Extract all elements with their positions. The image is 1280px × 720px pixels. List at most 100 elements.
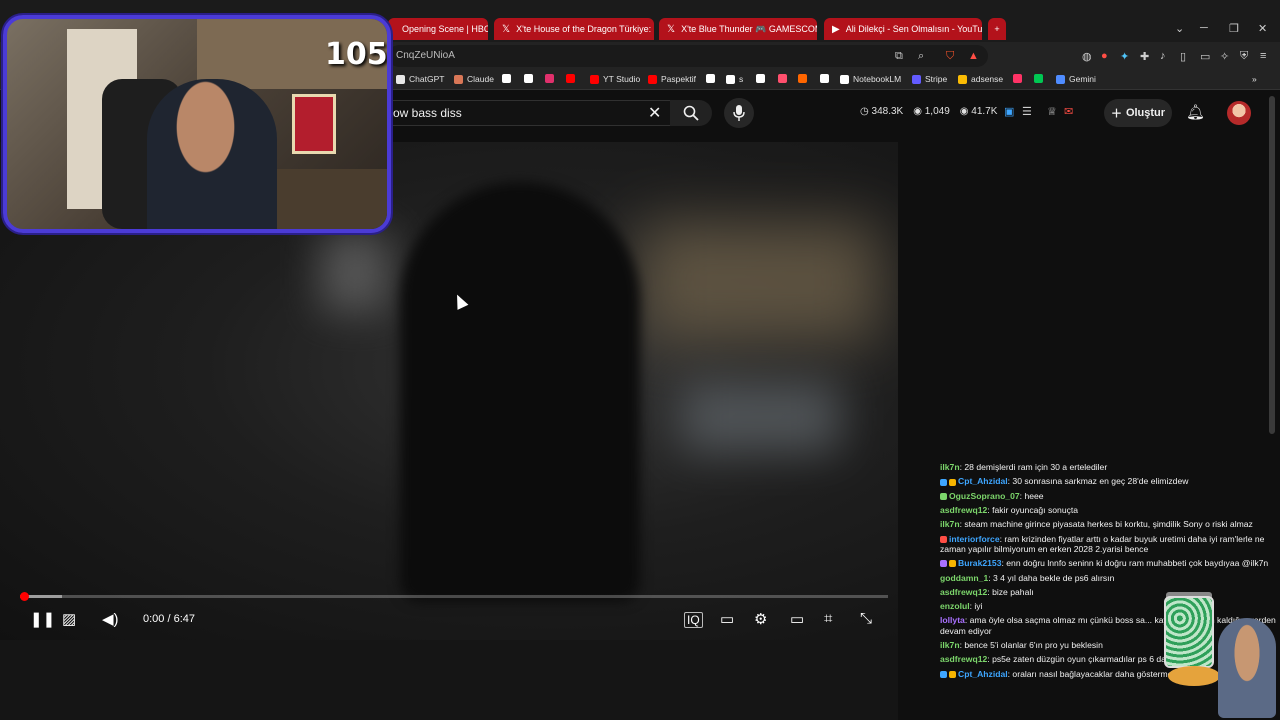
voice-search-button[interactable] [724, 98, 754, 128]
pause-icon[interactable]: ❚❚ [30, 610, 55, 628]
bookmark-item[interactable]: Claude [454, 74, 494, 84]
open-external-icon[interactable]: ⧉ [895, 50, 903, 63]
maximize-icon[interactable]: ❐ [1229, 22, 1239, 35]
bookmark-item[interactable]: Gemini [1056, 74, 1096, 84]
extension-icon[interactable]: ◍ [1082, 50, 1092, 63]
wallet-icon[interactable]: ▭ [1200, 50, 1210, 63]
tab-youtube[interactable]: ▶ Ali Dilekçi - Sen Olmalısın - YouTube [824, 18, 982, 40]
bookmark-favicon-icon [524, 74, 533, 83]
chat-username[interactable]: lollyta [940, 615, 965, 625]
close-window-icon[interactable]: ✕ [1258, 22, 1267, 35]
subscriber-count: ◷ 348.3K [860, 106, 904, 117]
chat-text: : steam machine girince piyasata herkes … [959, 519, 1253, 530]
chat-username[interactable]: ilk7n [940, 462, 960, 472]
bookmark-item[interactable] [545, 74, 558, 83]
chat-username[interactable]: ilk7n [940, 640, 960, 650]
plus-icon: ＋ [1110, 108, 1122, 120]
tab-blue-thunder[interactable]: 𝕏 X'te Blue Thunder 🎮 GAMESCOM: " [659, 18, 817, 40]
avatar[interactable] [1227, 101, 1251, 125]
chat-username[interactable]: asdfrewq12 [940, 505, 987, 515]
new-tab-button[interactable]: + [988, 18, 1006, 40]
extension-icon[interactable]: ● [1101, 50, 1108, 62]
bookmark-item[interactable] [502, 74, 515, 83]
chat-username[interactable]: interiorforce [949, 534, 1000, 544]
bookmark-item[interactable]: YT Studio [590, 74, 640, 84]
chat-username[interactable]: Cpt_Ahzidal [958, 476, 1008, 486]
scrollbar[interactable] [1269, 96, 1275, 434]
notification-ext-icon[interactable]: ✉ [1064, 105, 1073, 118]
tab-house-of-dragon[interactable]: 𝕏 X'te House of the Dragon Türkiye: "G [494, 18, 654, 40]
webcam-streamer [147, 79, 277, 229]
chat-username[interactable]: asdfrewq12 [940, 654, 987, 664]
bookmark-item[interactable] [524, 74, 537, 83]
video-frame-detail [680, 382, 840, 452]
bookmark-item[interactable] [566, 74, 579, 83]
volume-icon[interactable]: ◀︎) [102, 610, 119, 628]
chat-text: : bize pahalı [987, 586, 1034, 597]
music-icon[interactable]: ♪ [1160, 50, 1166, 62]
trophy-icon[interactable]: ♕ [1047, 105, 1057, 118]
chat-username[interactable]: ilk7n [940, 519, 960, 529]
scrubber-handle[interactable] [20, 592, 30, 601]
x-icon: 𝕏 [667, 23, 676, 35]
brave-rewards-icon[interactable]: ▲ [968, 50, 979, 62]
search-input[interactable]: ow bass diss [380, 100, 670, 126]
subtitles-icon[interactable]: ▭ [720, 610, 734, 628]
iq-icon[interactable]: IQ [684, 612, 703, 628]
miniplayer-image-icon[interactable]: ▨ [62, 610, 76, 628]
chat-message: ilk7n: steam machine girince piyasata he… [940, 519, 1280, 529]
tab-search-icon[interactable]: ⌄ [1175, 22, 1184, 35]
bookmark-item[interactable]: Paspektif [648, 74, 696, 84]
extension-icon[interactable]: ▣ [1004, 105, 1014, 118]
progress-bar[interactable] [20, 592, 888, 601]
zoom-icon[interactable]: ⌕ [918, 50, 924, 63]
create-button[interactable]: ＋ Oluştur [1104, 99, 1172, 127]
tab-hbo[interactable]: Opening Scene | HBO Max [388, 18, 488, 40]
bookmark-item[interactable]: ChatGPT [396, 74, 444, 84]
bookmark-item[interactable] [756, 74, 769, 83]
bookmark-item[interactable]: Stripe [912, 74, 947, 84]
bookmark-item[interactable] [798, 74, 811, 83]
sidebar-icon[interactable]: ▯ [1180, 50, 1186, 63]
bookmark-item[interactable] [778, 74, 791, 83]
fullscreen-icon[interactable]: ⤡ [860, 610, 872, 627]
bell-icon[interactable]: 🔔︎ [1186, 103, 1205, 121]
brave-shield-icon[interactable]: ⛉ [946, 50, 954, 63]
bookmark-label: Paspektif [661, 74, 696, 84]
bookmark-item[interactable] [820, 74, 833, 83]
puzzle-icon[interactable]: ✚ [1140, 50, 1149, 63]
url-text: CnqZeUNioA [396, 50, 455, 61]
bookmark-item[interactable]: s [726, 74, 743, 84]
bookmark-item[interactable] [1013, 74, 1026, 83]
chat-username[interactable]: Cpt_Ahzidal [958, 669, 1008, 679]
ai-icon[interactable]: ✧ [1220, 50, 1229, 63]
vpn-icon[interactable]: ⛨ [1240, 50, 1248, 63]
clear-search-icon[interactable]: ✕ [648, 103, 661, 123]
chat-username[interactable]: Burak2153 [958, 558, 1001, 568]
chat-username[interactable]: asdfrewq12 [940, 587, 987, 597]
chat-message: ilk7n: 28 demişlerdi ram için 30 a ertel… [940, 462, 1280, 472]
bookmark-favicon-icon [798, 74, 807, 83]
bookmark-favicon-icon [840, 74, 849, 84]
bookmark-favicon-icon [1013, 74, 1022, 83]
bookmark-label: adsense [971, 74, 1004, 84]
bookmark-item[interactable] [1034, 74, 1047, 83]
bookmark-label: ChatGPT [409, 74, 445, 84]
cast-icon[interactable]: ⌗ [824, 610, 832, 627]
chat-username[interactable]: enzolul [940, 601, 970, 611]
bookmark-item[interactable] [706, 74, 719, 83]
theater-mode-icon[interactable]: ▭ [790, 610, 804, 628]
bookmark-item[interactable]: adsense [958, 74, 1003, 84]
search-icon [683, 105, 699, 121]
settings-gear-icon[interactable]: ⚙ [754, 610, 767, 628]
menu-icon[interactable]: ≡ [1260, 50, 1266, 62]
minimize-icon[interactable]: ─ [1200, 22, 1208, 34]
search-button[interactable] [670, 100, 712, 126]
chat-message: asdfrewq12: bize pahalı [940, 587, 1280, 597]
bookmark-item[interactable]: NotebookLM [840, 74, 901, 84]
list-icon[interactable]: ☰ [1022, 105, 1032, 118]
more-bookmarks-icon[interactable]: » [1252, 74, 1257, 84]
chat-username[interactable]: goddamn_1 [940, 573, 988, 583]
chat-username[interactable]: OguzSoprano_07 [949, 491, 1020, 501]
extension-icon[interactable]: ✦ [1120, 50, 1129, 63]
